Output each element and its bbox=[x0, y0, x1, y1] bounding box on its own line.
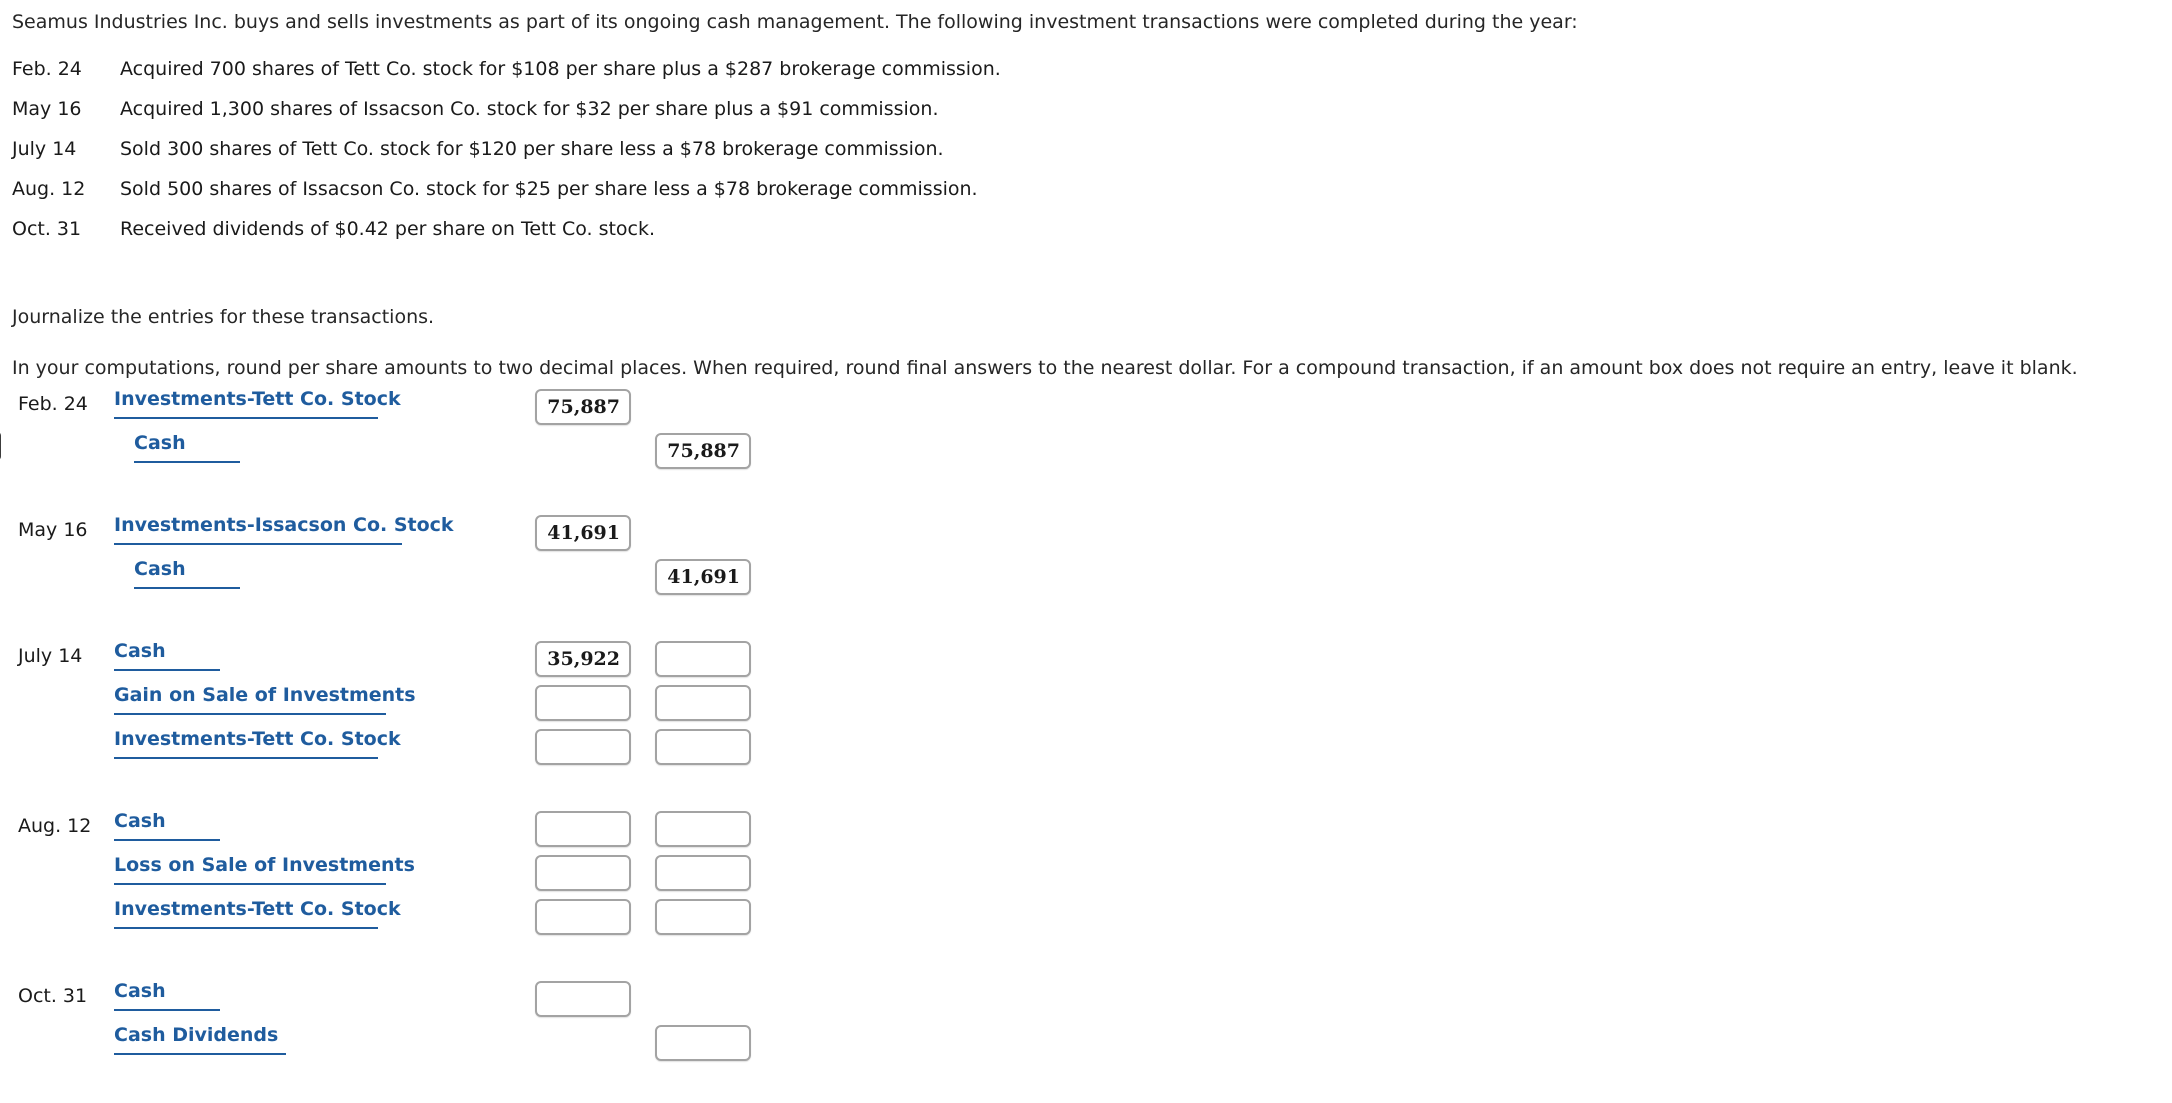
credit-amount-input[interactable]: 75,887 bbox=[655, 433, 751, 469]
credit-amount-input[interactable] bbox=[655, 641, 751, 677]
debit-amount-input[interactable] bbox=[535, 899, 631, 935]
account-title-field[interactable]: Cash bbox=[114, 637, 220, 671]
journal-entry-row: Cash 75,887 bbox=[0, 429, 2172, 473]
journal-entry-row: Aug. 12 Cash bbox=[0, 807, 2172, 851]
account-title-field[interactable]: Investments-Issacson Co. Stock bbox=[114, 511, 454, 545]
credit-amount-input[interactable]: 41,691 bbox=[655, 559, 751, 595]
transaction-date: Feb. 24 bbox=[12, 58, 82, 80]
journal-entry-row: May 16 Investments-Issacson Co. Stock 41,6… bbox=[0, 511, 2172, 555]
transaction-date: Aug. 12 bbox=[12, 178, 86, 200]
credit-amount-input[interactable] bbox=[655, 685, 751, 721]
transaction-row: May 16 Acquired 1,300 shares of Issacson … bbox=[12, 98, 1001, 138]
journal-entry-group: Feb. 24 Investments-Tett Co. Stock 75,887 C… bbox=[0, 385, 2172, 511]
account-title-field[interactable]: Investments-Tett Co. Stock bbox=[114, 385, 401, 419]
transaction-date: Oct. 31 bbox=[12, 218, 82, 240]
transaction-row: Feb. 24 Acquired 700 shares of Tett Co. s… bbox=[12, 58, 1001, 98]
debit-amount-input[interactable] bbox=[535, 855, 631, 891]
credit-amount-input[interactable] bbox=[655, 855, 751, 891]
journal-entry-form: Feb. 24 Investments-Tett Co. Stock 75,887 C… bbox=[0, 385, 2172, 1103]
transaction-row: Aug. 12 Sold 500 shares of Issacson Co. s… bbox=[12, 178, 1001, 218]
transaction-description: Sold 500 shares of Issacson Co. stock fo… bbox=[120, 178, 978, 200]
worksheet-page: Seamus Industries Inc. buys and sells in… bbox=[0, 0, 2172, 1080]
entry-spacer bbox=[0, 939, 2172, 977]
transaction-row: July 14 Sold 300 shares of Tett Co. stock… bbox=[12, 138, 1001, 178]
journal-entry-date: Aug. 12 bbox=[18, 815, 92, 837]
credit-amount-input[interactable] bbox=[655, 811, 751, 847]
journal-entry-date: May 16 bbox=[18, 519, 88, 541]
journal-entry-row: Feb. 24 Investments-Tett Co. Stock 75,887 bbox=[0, 385, 2172, 429]
journal-entry-group: May 16 Investments-Issacson Co. Stock 41,6… bbox=[0, 511, 2172, 637]
journal-entry-date: Oct. 31 bbox=[18, 985, 88, 1007]
journal-entry-row: Investments-Tett Co. Stock bbox=[0, 895, 2172, 939]
transaction-description: Received dividends of $0.42 per share on… bbox=[120, 218, 656, 240]
account-title-field[interactable]: Cash bbox=[114, 807, 220, 841]
journal-entry-row: Cash Dividends bbox=[0, 1021, 2172, 1065]
account-title-field[interactable]: Cash Dividends bbox=[114, 1021, 286, 1055]
transaction-description: Acquired 700 shares of Tett Co. stock fo… bbox=[120, 58, 1001, 80]
journal-entry-row: Cash 41,691 bbox=[0, 555, 2172, 599]
account-title-field[interactable]: Cash bbox=[134, 555, 240, 589]
account-title-field[interactable]: Cash bbox=[114, 977, 220, 1011]
entry-spacer bbox=[0, 473, 2172, 511]
debit-amount-input[interactable]: 35,922 bbox=[535, 641, 631, 677]
transaction-list: Feb. 24 Acquired 700 shares of Tett Co. s… bbox=[12, 58, 1001, 258]
journal-entry-date: July 14 bbox=[18, 645, 83, 667]
debit-amount-input[interactable] bbox=[535, 729, 631, 765]
debit-amount-input[interactable] bbox=[535, 685, 631, 721]
debit-amount-input[interactable]: 75,887 bbox=[535, 389, 631, 425]
entry-spacer bbox=[0, 1065, 2172, 1103]
credit-amount-input[interactable] bbox=[655, 899, 751, 935]
account-title-field[interactable]: Investments-Tett Co. Stock bbox=[114, 725, 401, 759]
instruction-line-2: In your computations, round per share am… bbox=[12, 357, 2078, 379]
journal-entry-row: July 14 Cash 35,922 bbox=[0, 637, 2172, 681]
journal-entry-date: Feb. 24 bbox=[18, 393, 88, 415]
entry-spacer bbox=[0, 599, 2172, 637]
instruction-line-1: Journalize the entries for these transac… bbox=[12, 306, 435, 328]
transaction-date: July 14 bbox=[12, 138, 77, 160]
transaction-description: Sold 300 shares of Tett Co. stock for $1… bbox=[120, 138, 944, 160]
transaction-date: May 16 bbox=[12, 98, 82, 120]
account-title-field[interactable]: Gain on Sale of Investments bbox=[114, 681, 416, 715]
account-title-field[interactable]: Investments-Tett Co. Stock bbox=[114, 895, 401, 929]
account-title-field[interactable]: Loss on Sale of Investments bbox=[114, 851, 415, 885]
journal-entry-group: July 14 Cash 35,922 Gain on Sale of Investm… bbox=[0, 637, 2172, 807]
entry-spacer bbox=[0, 769, 2172, 807]
debit-amount-input[interactable] bbox=[535, 811, 631, 847]
credit-amount-input[interactable] bbox=[655, 729, 751, 765]
credit-amount-input[interactable] bbox=[655, 1025, 751, 1061]
journal-entry-row: Gain on Sale of Investments bbox=[0, 681, 2172, 725]
journal-entry-group: Aug. 12 Cash Loss on Sale of Investments In… bbox=[0, 807, 2172, 977]
debit-amount-input[interactable] bbox=[535, 981, 631, 1017]
debit-amount-input[interactable]: 41,691 bbox=[535, 515, 631, 551]
journal-entry-group: Oct. 31 Cash Cash Dividends bbox=[0, 977, 2172, 1103]
transaction-row: Oct. 31 Received dividends of $0.42 per s… bbox=[12, 218, 1001, 258]
intro-paragraph: Seamus Industries Inc. buys and sells in… bbox=[12, 11, 1578, 33]
account-title-field[interactable]: Cash bbox=[134, 429, 240, 463]
transaction-description: Acquired 1,300 shares of Issacson Co. st… bbox=[120, 98, 939, 120]
journal-entry-row: Loss on Sale of Investments bbox=[0, 851, 2172, 895]
journal-entry-row: Investments-Tett Co. Stock bbox=[0, 725, 2172, 769]
journal-entry-row: Oct. 31 Cash bbox=[0, 977, 2172, 1021]
